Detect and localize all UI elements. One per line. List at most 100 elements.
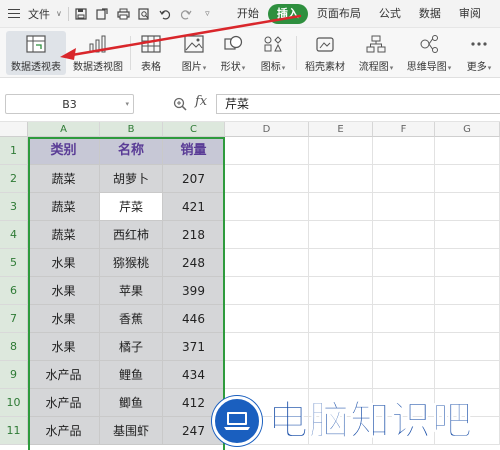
empty-cell[interactable] (309, 333, 373, 361)
header-cell-category[interactable]: 类别 (28, 137, 100, 165)
table-cell-sales[interactable]: 434 (163, 361, 225, 389)
column-header-c[interactable]: C (163, 122, 225, 137)
undo-icon[interactable] (159, 7, 172, 20)
empty-cell[interactable] (373, 137, 435, 165)
empty-cell[interactable] (225, 249, 309, 277)
table-cell-name[interactable]: 橘子 (100, 333, 163, 361)
tab-page-layout[interactable]: 页面布局 (308, 4, 370, 24)
insert-function-icon[interactable]: fx (195, 94, 207, 109)
table-cell-name[interactable]: 胡萝卜 (100, 165, 163, 193)
empty-cell[interactable] (435, 333, 500, 361)
row-header-7[interactable]: 7 (0, 305, 28, 333)
table-cell-name[interactable]: 香蕉 (100, 305, 163, 333)
table-cell-sales[interactable]: 218 (163, 221, 225, 249)
table-cell-category[interactable]: 水果 (28, 305, 100, 333)
tab-home[interactable]: 开始 (228, 4, 268, 24)
table-cell-sales[interactable]: 371 (163, 333, 225, 361)
name-box[interactable]: B3 ▾ (5, 94, 134, 114)
table-cell-category[interactable]: 水果 (28, 333, 100, 361)
select-all-corner[interactable] (0, 122, 28, 137)
table-cell-category[interactable]: 水果 (28, 277, 100, 305)
table-cell-name[interactable]: 西红柿 (100, 221, 163, 249)
print-preview-icon[interactable] (138, 7, 151, 20)
table-cell-name[interactable]: 苹果 (100, 277, 163, 305)
empty-cell[interactable] (435, 361, 500, 389)
more-button[interactable]: 更多▾ (462, 31, 496, 75)
save-icon[interactable] (75, 7, 88, 20)
row-header-9[interactable]: 9 (0, 361, 28, 389)
active-cell[interactable]: 芹菜 (100, 193, 163, 221)
row-header-4[interactable]: 4 (0, 221, 28, 249)
table-cell-category[interactable]: 蔬菜 (28, 221, 100, 249)
column-header-d[interactable]: D (225, 122, 309, 137)
empty-cell[interactable] (309, 221, 373, 249)
table-cell-sales[interactable]: 446 (163, 305, 225, 333)
hamburger-icon[interactable] (8, 9, 20, 18)
row-header-11[interactable]: 11 (0, 417, 28, 445)
table-cell-name[interactable]: 基围虾 (100, 417, 163, 445)
print-icon[interactable] (117, 7, 130, 20)
table-cell-category[interactable]: 水产品 (28, 361, 100, 389)
tab-insert[interactable]: 插入 (267, 3, 308, 24)
empty-cell[interactable] (309, 165, 373, 193)
empty-cell[interactable] (373, 361, 435, 389)
row-header-5[interactable]: 5 (0, 249, 28, 277)
tab-data[interactable]: 数据 (410, 4, 450, 24)
table-cell-sales[interactable]: 207 (163, 165, 225, 193)
table-cell-category[interactable]: 蔬菜 (28, 193, 100, 221)
empty-cell[interactable] (435, 165, 500, 193)
row-header-3[interactable]: 3 (0, 193, 28, 221)
tab-formulas[interactable]: 公式 (370, 4, 410, 24)
empty-cell[interactable] (309, 277, 373, 305)
zoom-icon[interactable] (173, 97, 187, 111)
row-header-6[interactable]: 6 (0, 277, 28, 305)
empty-cell[interactable] (435, 277, 500, 305)
empty-cell[interactable] (435, 137, 500, 165)
table-cell-name[interactable]: 鲤鱼 (100, 361, 163, 389)
empty-cell[interactable] (309, 193, 373, 221)
chevron-down-icon[interactable]: ∨ (56, 9, 62, 18)
empty-cell[interactable] (225, 361, 309, 389)
row-header-1[interactable]: 1 (0, 137, 28, 165)
table-cell-sales[interactable]: 248 (163, 249, 225, 277)
table-cell-sales[interactable]: 421 (163, 193, 225, 221)
empty-cell[interactable] (373, 305, 435, 333)
table-button[interactable]: 表格 (136, 31, 166, 75)
empty-cell[interactable] (373, 333, 435, 361)
table-cell-name[interactable]: 鲫鱼 (100, 389, 163, 417)
file-menu[interactable]: 文件 (28, 6, 50, 22)
table-cell-category[interactable]: 水果 (28, 249, 100, 277)
customize-toolbar-icon[interactable]: ▿ (201, 7, 214, 20)
empty-cell[interactable] (373, 221, 435, 249)
pivot-table-button[interactable]: 数据透视表 (6, 31, 66, 75)
empty-cell[interactable] (309, 305, 373, 333)
formula-input[interactable]: 芹菜 (216, 94, 500, 114)
row-header-10[interactable]: 10 (0, 389, 28, 417)
empty-cell[interactable] (309, 249, 373, 277)
pivot-chart-button[interactable]: 数据透视图 (70, 31, 126, 75)
empty-cell[interactable] (225, 277, 309, 305)
export-icon[interactable] (96, 7, 109, 20)
empty-cell[interactable] (373, 165, 435, 193)
flowchart-button[interactable]: 流程图▾ (354, 31, 398, 75)
mindmap-button[interactable]: 思维导图▾ (404, 31, 454, 75)
column-header-b[interactable]: B (100, 122, 163, 137)
empty-cell[interactable] (225, 333, 309, 361)
empty-cell[interactable] (225, 305, 309, 333)
empty-cell[interactable] (225, 165, 309, 193)
empty-cell[interactable] (309, 361, 373, 389)
empty-cell[interactable] (225, 221, 309, 249)
table-cell-category[interactable]: 水产品 (28, 417, 100, 445)
table-cell-category[interactable]: 水产品 (28, 389, 100, 417)
tab-review[interactable]: 审阅 (450, 4, 490, 24)
icons-button[interactable]: 图标▾ (255, 31, 291, 75)
empty-cell[interactable] (373, 249, 435, 277)
material-button[interactable]: 稻壳素材 (302, 31, 348, 75)
table-cell-sales[interactable]: 399 (163, 277, 225, 305)
empty-cell[interactable] (309, 137, 373, 165)
column-header-a[interactable]: A (28, 122, 100, 137)
column-header-g[interactable]: G (435, 122, 500, 137)
column-header-e[interactable]: E (309, 122, 373, 137)
header-cell-sales[interactable]: 销量 (163, 137, 225, 165)
table-cell-name[interactable]: 猕猴桃 (100, 249, 163, 277)
